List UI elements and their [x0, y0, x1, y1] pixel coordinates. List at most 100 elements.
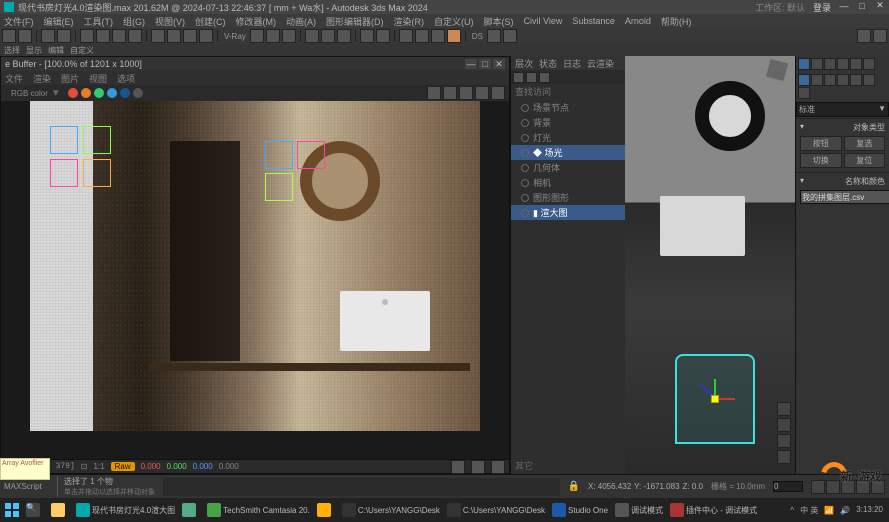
vray-toolbar-1[interactable]: [250, 29, 264, 43]
tray-volume-icon[interactable]: 🔊: [840, 506, 850, 515]
maximize-button[interactable]: □: [857, 1, 867, 11]
select-name-button[interactable]: [96, 29, 110, 43]
fb-render-start-button[interactable]: [94, 88, 104, 98]
menu-modifiers[interactable]: 修改器(M): [236, 15, 277, 28]
workspace-dropdown[interactable]: 工作区: 默认: [755, 1, 805, 14]
rotate-button[interactable]: [167, 29, 181, 43]
hier-display-button[interactable]: [513, 72, 524, 83]
material-editor-button[interactable]: [399, 29, 413, 43]
next-frame-button[interactable]: [856, 480, 870, 494]
taskbar-item-5[interactable]: C:\Users\YANGG\Desk: [444, 500, 548, 520]
cmd-section-name[interactable]: ▾ 名称和颜色: [800, 175, 885, 188]
tree-item-geometry[interactable]: 几何体: [511, 160, 625, 175]
align-button[interactable]: [376, 29, 390, 43]
coord-y[interactable]: Y: -1671.083: [634, 482, 679, 491]
window-crossing-button[interactable]: [128, 29, 142, 43]
hier-tab-cloud[interactable]: 云渲染: [587, 57, 614, 70]
menu-file[interactable]: 文件(F): [4, 15, 34, 28]
snap-toggle[interactable]: [305, 29, 319, 43]
percent-snap[interactable]: [337, 29, 351, 43]
perspective-viewport[interactable]: [625, 56, 795, 474]
cmd-cat-lights[interactable]: [824, 74, 836, 86]
scale-button[interactable]: [183, 29, 197, 43]
unlink-button[interactable]: [57, 29, 71, 43]
taskbar-item-2[interactable]: TechSmith Camtasia 20.: [204, 500, 313, 520]
vray-toolbar-3[interactable]: [282, 29, 296, 43]
taskbar-item-3[interactable]: [314, 500, 338, 520]
tray-lang[interactable]: 中 英: [800, 505, 818, 516]
cmd-cat-helpers[interactable]: [850, 74, 862, 86]
ribbon-tab-edit[interactable]: 编辑: [46, 45, 66, 56]
transform-gizmo[interactable]: [695, 379, 735, 419]
fb-maximize-button[interactable]: □: [479, 59, 491, 69]
render-production-button[interactable]: [447, 29, 461, 43]
ds-tool-2[interactable]: [503, 29, 517, 43]
cmd-btn-4[interactable]: 复位: [844, 153, 886, 168]
cmd-subtype-dropdown[interactable]: 标准▼: [796, 102, 889, 117]
vp-maximize-button[interactable]: [777, 450, 791, 464]
menu-tools[interactable]: 工具(T): [84, 15, 114, 28]
ribbon-tab-custom[interactable]: 自定义: [68, 45, 96, 56]
menu-animation[interactable]: 动画(A): [286, 15, 316, 28]
taskbar-item-7[interactable]: 调试模式: [612, 500, 666, 520]
fb-compare-button[interactable]: [443, 86, 457, 100]
cmd-hierarchy-tab[interactable]: [824, 58, 836, 70]
redo-button[interactable]: [18, 29, 32, 43]
fb-render-region-button[interactable]: [120, 88, 130, 98]
fb-render-pause-button[interactable]: [81, 88, 91, 98]
tray-clock[interactable]: 3:13:20: [856, 506, 883, 514]
coord-x[interactable]: X: 4056.432: [588, 482, 631, 491]
taskbar-search[interactable]: 🔍: [23, 500, 47, 520]
move-button[interactable]: [151, 29, 165, 43]
mirror-button[interactable]: [360, 29, 374, 43]
cmd-display-tab[interactable]: [850, 58, 862, 70]
menu-render[interactable]: 渲染(R): [394, 15, 425, 28]
goto-end-button[interactable]: [871, 480, 885, 494]
menu-view[interactable]: 视图(V): [155, 15, 185, 28]
tree-item-light-sel[interactable]: ◆ 场光: [511, 145, 625, 160]
minimize-button[interactable]: —: [839, 1, 849, 11]
tree-item-shapes[interactable]: 图形图形: [511, 190, 625, 205]
cmd-modify-tab[interactable]: [811, 58, 823, 70]
toolbar-extra-2[interactable]: [873, 29, 887, 43]
tray-chevron-icon[interactable]: ^: [790, 506, 794, 515]
select-button[interactable]: [80, 29, 94, 43]
cmd-cat-spacewarps[interactable]: [863, 74, 875, 86]
fb-zoom-actual-button[interactable]: 1:1: [93, 462, 104, 471]
timeline-slider[interactable]: [163, 478, 560, 496]
frame-input[interactable]: [773, 481, 803, 492]
prev-frame-button[interactable]: [826, 480, 840, 494]
fb-minimize-button[interactable]: —: [465, 59, 477, 69]
render-view[interactable]: [1, 101, 509, 459]
vp-zoom-button[interactable]: [777, 402, 791, 416]
cmd-cat-cameras[interactable]: [837, 74, 849, 86]
fb-tab-file[interactable]: 文件: [5, 72, 23, 85]
fb-render-extra-button[interactable]: [133, 88, 143, 98]
tree-item-lights[interactable]: 灯光: [511, 130, 625, 145]
object-name-input[interactable]: [800, 190, 889, 204]
goto-start-button[interactable]: [811, 480, 825, 494]
menu-civilview[interactable]: Civil View: [524, 16, 563, 26]
link-button[interactable]: [41, 29, 55, 43]
cmd-utilities-tab[interactable]: [863, 58, 875, 70]
fb-history-button[interactable]: [427, 86, 441, 100]
place-button[interactable]: [199, 29, 213, 43]
cmd-cat-shapes[interactable]: [811, 74, 823, 86]
menu-arnold[interactable]: Arnold: [625, 16, 651, 26]
login-button[interactable]: 登录: [813, 1, 831, 14]
vray-toolbar-2[interactable]: [266, 29, 280, 43]
fb-tab-render[interactable]: 渲染: [33, 72, 51, 85]
coord-z[interactable]: Z: 0.0: [683, 482, 703, 491]
cmd-cat-geometry[interactable]: [798, 74, 810, 86]
cmd-create-tab[interactable]: [798, 58, 810, 70]
hier-tab-hierarchy[interactable]: 层次: [515, 57, 533, 70]
vp-pan-button[interactable]: [777, 418, 791, 432]
lock-icon[interactable]: 🔒: [568, 481, 580, 492]
hier-filter-button[interactable]: [526, 72, 537, 83]
vp-orbit-button[interactable]: [777, 434, 791, 448]
fb-save-button[interactable]: [459, 86, 473, 100]
hier-sort-button[interactable]: [539, 72, 550, 83]
fb-tab-view[interactable]: 视图: [89, 72, 107, 85]
fb-layers-button[interactable]: [491, 86, 505, 100]
fb-tool-c[interactable]: [491, 460, 505, 474]
